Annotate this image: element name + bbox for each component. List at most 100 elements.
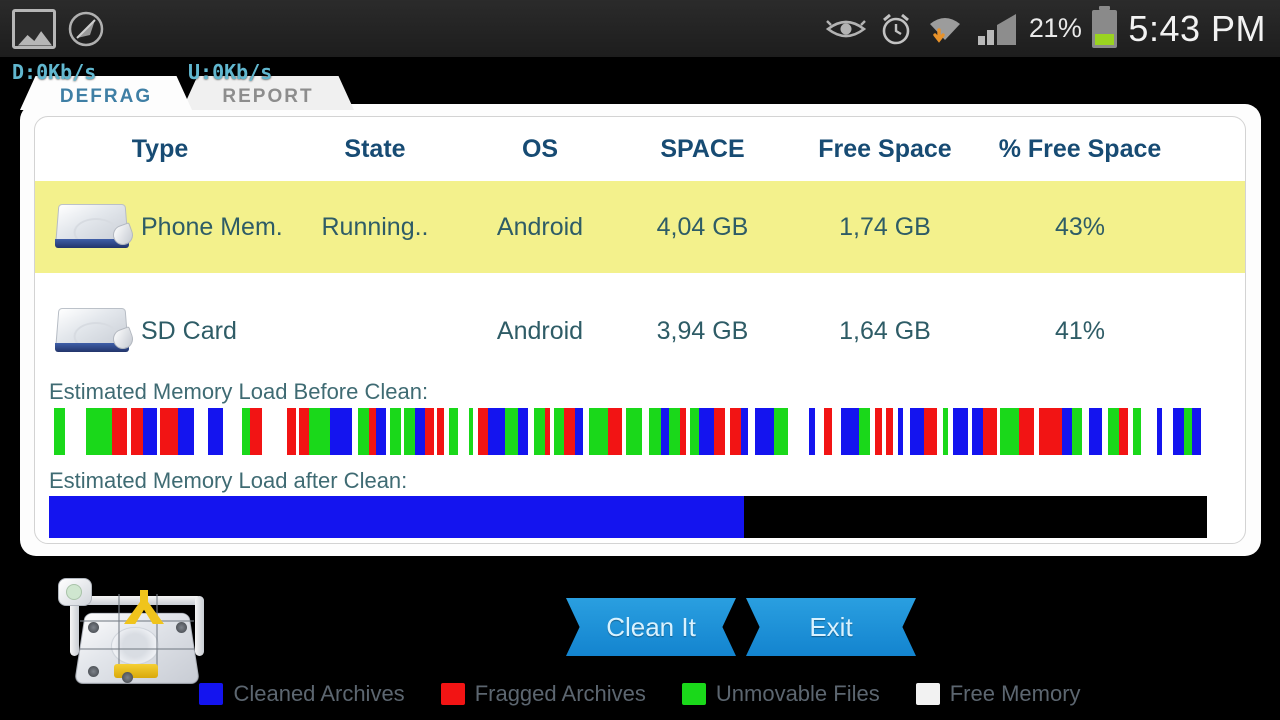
hard-drive-icon: [49, 305, 136, 357]
main-panel: Type State OS SPACE Free Space % Free Sp…: [20, 104, 1261, 556]
fragmentation-block: [404, 408, 415, 455]
fragmentation-block: [177, 408, 194, 455]
fragmentation-block: [823, 408, 833, 455]
fragmentation-block: [112, 408, 128, 455]
tab-defrag[interactable]: DEFRAG: [20, 76, 192, 110]
memory-after-label: Estimated Memory Load after Clean:: [49, 468, 408, 493]
row-state-cell: Running..: [321, 212, 429, 241]
fragmentation-block: [841, 408, 860, 455]
fragmentation-block: [414, 408, 426, 455]
memory-before-label: Estimated Memory Load Before Clean:: [49, 379, 429, 404]
fragmentation-block: [160, 408, 178, 455]
fragmentation-block: [241, 408, 251, 455]
column-header-state: State: [344, 134, 406, 163]
fragmentation-block: [65, 408, 87, 455]
fragmentation-block: [740, 408, 748, 455]
row-type-label: SD Card: [141, 316, 237, 345]
column-header-os: OS: [521, 134, 559, 163]
table-row[interactable]: SD Card Android 3,94 GB 1,64 GB 41%: [35, 285, 1245, 377]
column-header-pct-free: % Free Space: [998, 134, 1162, 163]
fragmentation-block: [661, 408, 669, 455]
fragmentation-block: [589, 408, 608, 455]
fragmentation-block: [754, 408, 774, 455]
fragmentation-block: [425, 408, 434, 455]
fragmentation-block: [668, 408, 681, 455]
fragmentation-block: [53, 408, 66, 455]
legend-item-free-memory: Free Memory: [915, 681, 1081, 707]
legend-label: Unmovable Files: [715, 681, 880, 706]
fragmentation-block: [390, 408, 401, 455]
fragmentation-block: [1183, 408, 1193, 455]
fragmentation-block: [859, 408, 870, 455]
row-pct-free-cell: 43%: [1054, 212, 1106, 241]
fragmentation-block: [437, 408, 445, 455]
fragmentation-block: [924, 408, 938, 455]
signal-bars-icon: [977, 13, 1016, 45]
column-header-free-space: Free Space: [818, 134, 952, 163]
fragmentation-block: [329, 408, 352, 455]
fragmentation-block: [952, 408, 968, 455]
column-header-type: Type: [131, 134, 189, 163]
row-free-space-cell: 1,64 GB: [839, 316, 931, 345]
fragmentation-block: [1140, 408, 1158, 455]
fragmentation-block: [517, 408, 529, 455]
fragmentation-block: [714, 408, 725, 455]
fragmentation-block: [607, 408, 622, 455]
hard-drive-crane-illustration: [52, 572, 222, 690]
fragmentation-block: [130, 408, 143, 455]
fragmentation-block: [1192, 408, 1202, 455]
fragmentation-block: [747, 408, 755, 455]
fragmentation-block: [875, 408, 883, 455]
table-row[interactable]: Phone Mem. Running.. Android 4,04 GB 1,7…: [35, 181, 1245, 273]
fragmentation-block: [477, 408, 489, 455]
row-os-cell: Android: [496, 316, 584, 345]
fragmentation-block: [369, 408, 377, 455]
column-header-space: SPACE: [660, 134, 745, 163]
legend-swatch-red-icon: [440, 683, 465, 705]
fragmentation-block: [641, 408, 649, 455]
fragmentation-block: [223, 408, 242, 455]
fragmentation-block: [1071, 408, 1083, 455]
legend-label: Fragged Archives: [474, 681, 646, 706]
legend: Cleaned Archives Fragged Archives Unmova…: [0, 678, 1280, 710]
fragmentation-block: [832, 408, 842, 455]
after-clean-fill: [49, 496, 744, 538]
legend-item-cleaned-archives: Cleaned Archives: [199, 681, 405, 707]
eye-icon: [825, 19, 866, 37]
legend-label: Cleaned Archives: [233, 681, 405, 706]
fragmentation-block: [193, 408, 208, 455]
fragmentation-block: [910, 408, 925, 455]
fragmentation-block: [814, 408, 824, 455]
tab-report[interactable]: REPORT: [182, 76, 354, 110]
fragmentation-block: [376, 408, 386, 455]
fragmentation-block: [903, 408, 911, 455]
fragmentation-block: [207, 408, 224, 455]
fragmentation-block: [1019, 408, 1035, 455]
crane-grid: [80, 594, 194, 672]
fragmentation-block: [564, 408, 575, 455]
fragmentation-block: [488, 408, 505, 455]
fragmentation-block: [1201, 408, 1207, 455]
fragmentation-block: [698, 408, 715, 455]
status-bar-clock: 5:43 PM: [1128, 7, 1266, 49]
legend-label: Free Memory: [949, 681, 1081, 706]
fragmentation-block: [1132, 408, 1141, 455]
row-free-space-cell: 1,74 GB: [839, 212, 931, 241]
fragmentation-block: [261, 408, 288, 455]
exit-button[interactable]: Exit: [746, 598, 916, 656]
alarm-clock-icon: [882, 13, 910, 44]
fragmentation-block: [1039, 408, 1063, 455]
legend-item-fragged-archives: Fragged Archives: [440, 681, 646, 707]
fragmentation-block: [626, 408, 642, 455]
fragmentation-block: [250, 408, 262, 455]
row-type-label: Phone Mem.: [141, 212, 283, 241]
fragmentation-block: [287, 408, 296, 455]
fragmentation-block: [1107, 408, 1119, 455]
row-pct-free-cell: 41%: [1054, 316, 1106, 345]
fragmentation-block: [730, 408, 741, 455]
fragmentation-block: [553, 408, 565, 455]
fragmentation-block: [142, 408, 157, 455]
defrag-card: Type State OS SPACE Free Space % Free Sp…: [34, 116, 1246, 544]
clean-it-button[interactable]: Clean It: [566, 598, 736, 656]
fragmentation-block: [648, 408, 662, 455]
